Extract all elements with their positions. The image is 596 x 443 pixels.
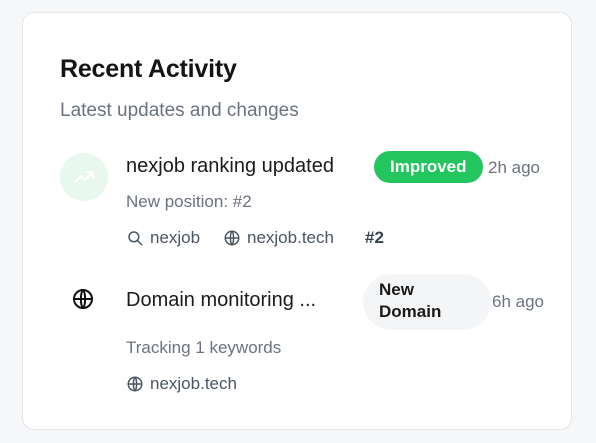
trending-up-icon (60, 153, 108, 201)
domain-meta: nexjob.tech (126, 374, 237, 394)
card-subtitle: Latest updates and changes (60, 100, 299, 121)
recent-activity-card: Recent Activity Latest updates and chang… (22, 12, 572, 430)
position-label: #2 (365, 228, 384, 247)
globe-icon (71, 287, 95, 311)
activity-detail: New position: #2 (126, 192, 252, 211)
activity-title[interactable]: nexjob ranking updated (126, 155, 334, 178)
keyword-label: nexjob (150, 228, 201, 247)
activity-time: 6h ago (492, 292, 544, 311)
activity-time: 2h ago (488, 158, 540, 177)
globe-icon (127, 376, 143, 392)
domain-label: nexjob.tech (247, 228, 334, 247)
domain-label: nexjob.tech (150, 374, 237, 393)
activity-detail: Tracking 1 keywords (126, 338, 282, 357)
status-badge-new-domain: New Domain (363, 274, 491, 330)
search-icon (128, 231, 143, 246)
keyword-meta: nexjob (126, 228, 200, 248)
card-title: Recent Activity (60, 55, 237, 83)
globe-icon (224, 230, 240, 246)
activity-title[interactable]: Domain monitoring ... (126, 289, 316, 312)
status-badge-improved: Improved (374, 151, 483, 183)
domain-meta: nexjob.tech (223, 228, 334, 248)
